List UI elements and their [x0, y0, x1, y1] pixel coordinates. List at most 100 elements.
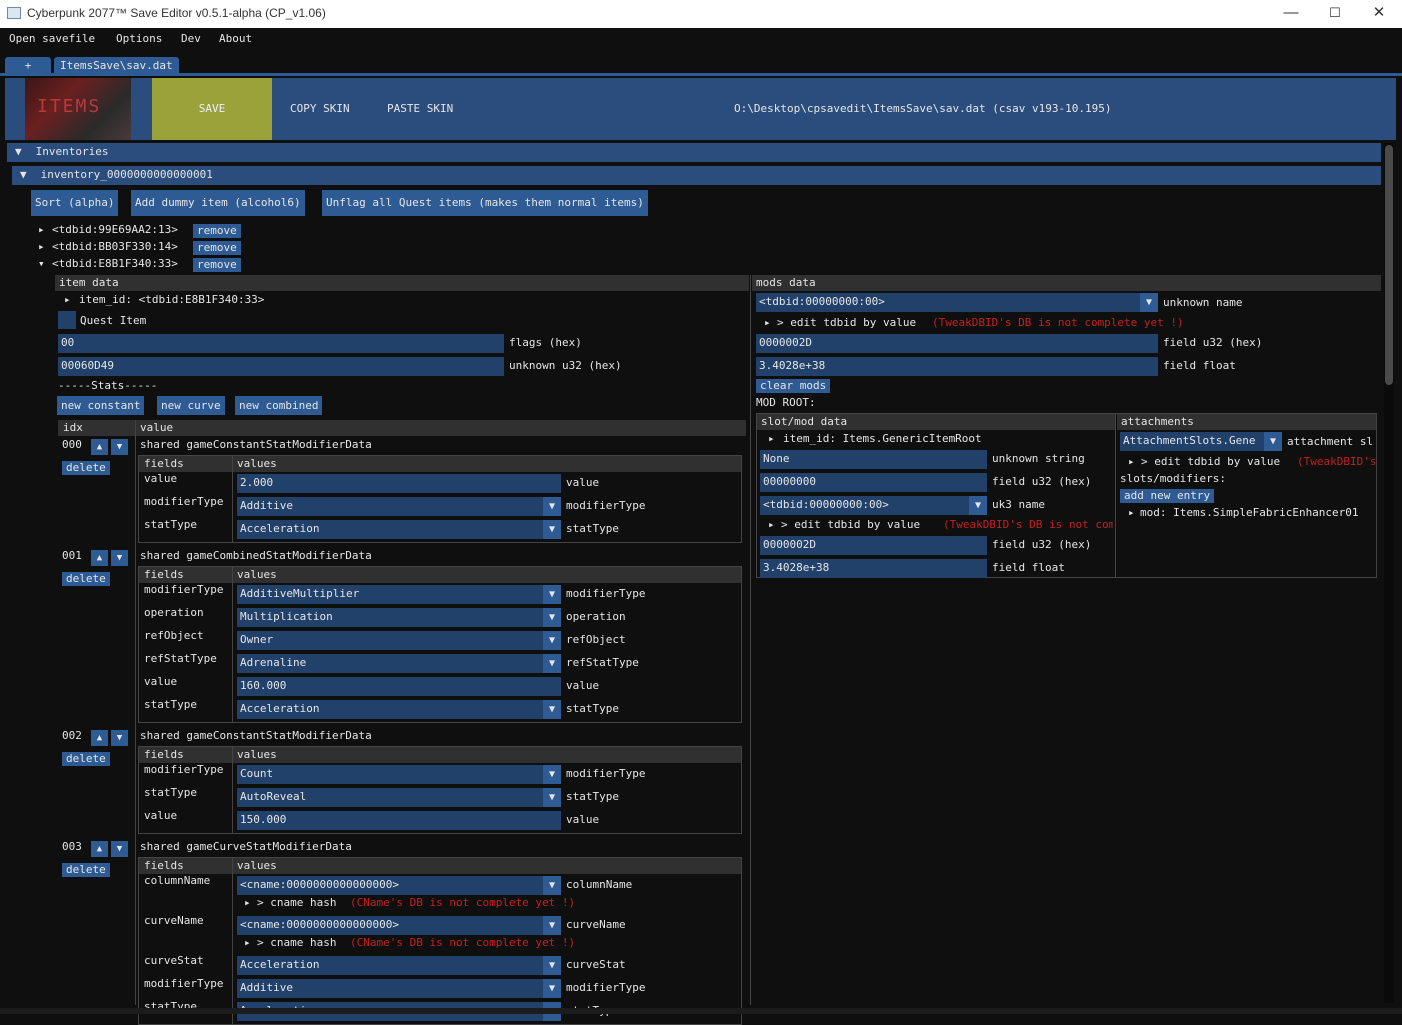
unflag-quest-items-button[interactable]: Unflag all Quest items (makes them norma…: [322, 190, 648, 216]
new-combined-button[interactable]: new combined: [235, 396, 323, 415]
stat-value-combo[interactable]: Adrenaline ▼: [237, 654, 561, 673]
chevron-down-icon[interactable]: ▼: [543, 916, 561, 935]
chevron-down-icon[interactable]: ▼: [543, 520, 561, 539]
chevron-down-icon[interactable]: ▼: [1140, 293, 1158, 312]
item-id-expand-icon[interactable]: ▸: [64, 293, 71, 306]
stat-value-combo[interactable]: Acceleration ▼: [237, 520, 561, 539]
cname-hash-label[interactable]: > cname hash: [257, 896, 336, 909]
remove-item-button[interactable]: remove: [193, 241, 241, 255]
stat-value-combo[interactable]: <cname:0000000000000000> ▼: [237, 916, 561, 935]
delete-stat-button[interactable]: delete: [62, 863, 110, 877]
flags-field[interactable]: 00: [58, 334, 504, 353]
chevron-down-icon[interactable]: ▼: [543, 956, 561, 975]
stat-value-combo[interactable]: Additive ▼: [237, 497, 561, 516]
remove-item-button[interactable]: remove: [193, 224, 241, 238]
mod-entry-expand-icon[interactable]: ▸: [1128, 506, 1135, 519]
item-collapse-arrow-icon[interactable]: ▾: [38, 257, 45, 270]
clear-mods-button[interactable]: clear mods: [756, 379, 831, 393]
inventory-header[interactable]: ▼ inventory_0000000000000001: [12, 166, 1381, 185]
remove-item-button[interactable]: remove: [193, 258, 241, 272]
stat-value-combo[interactable]: Owner ▼: [237, 631, 561, 650]
menu-open-savefile[interactable]: Open savefile: [9, 32, 95, 45]
item-id[interactable]: <tdbid:E8B1F340:33>: [52, 257, 178, 270]
add-new-entry-button[interactable]: add new entry: [1120, 489, 1215, 503]
move-down-icon[interactable]: ▼: [111, 550, 128, 566]
slot-item-id-expand-icon[interactable]: ▸: [768, 432, 775, 445]
stat-value-combo[interactable]: Acceleration ▼: [237, 956, 561, 975]
move-down-icon[interactable]: ▼: [111, 841, 128, 857]
stat-value-combo[interactable]: Additive ▼: [237, 979, 561, 998]
slot-edit-tdbid-label[interactable]: > edit tdbid by value: [781, 518, 920, 531]
chevron-down-icon[interactable]: ▼: [543, 700, 561, 719]
menu-about[interactable]: About: [219, 32, 252, 45]
delete-stat-button[interactable]: delete: [62, 461, 110, 475]
attachment-slot-combo[interactable]: AttachmentSlots.Gene ▼: [1120, 432, 1282, 451]
chevron-down-icon[interactable]: ▼: [1264, 432, 1282, 451]
edit-tdbid-label[interactable]: > edit tdbid by value: [777, 316, 916, 329]
stat-value-field[interactable]: 150.000: [237, 811, 561, 830]
menu-options[interactable]: Options: [116, 32, 162, 45]
sort-alpha-button[interactable]: Sort (alpha): [31, 190, 119, 216]
item-expand-arrow-icon[interactable]: ▸: [38, 240, 45, 253]
new-curve-button[interactable]: new curve: [157, 396, 225, 415]
chevron-down-icon[interactable]: ▼: [543, 765, 561, 784]
move-down-icon[interactable]: ▼: [111, 730, 128, 746]
menu-dev[interactable]: Dev: [181, 32, 201, 45]
item-id-label[interactable]: item_id: <tdbid:E8B1F340:33>: [79, 293, 264, 306]
save-button[interactable]: SAVE: [152, 78, 272, 140]
slot-unknown-string-field[interactable]: None: [760, 450, 987, 469]
move-down-icon[interactable]: ▼: [111, 439, 128, 455]
stat-value-combo[interactable]: <cname:0000000000000000> ▼: [237, 876, 561, 895]
stat-value-combo[interactable]: Multiplication ▼: [237, 608, 561, 627]
slot-hex-field[interactable]: 00000000: [760, 473, 987, 492]
mod-u32-field[interactable]: 0000002D: [756, 334, 1158, 353]
stat-value-combo[interactable]: AdditiveMultiplier ▼: [237, 585, 561, 604]
stat-value-field[interactable]: 2.000: [237, 474, 561, 493]
move-up-icon[interactable]: ▲: [91, 841, 108, 857]
scrollbar-thumb[interactable]: [1385, 145, 1393, 385]
stat-value-combo[interactable]: Count ▼: [237, 765, 561, 784]
chevron-down-icon[interactable]: ▼: [543, 979, 561, 998]
cname-hash-expand-icon[interactable]: ▸: [244, 936, 251, 949]
unknown-u32-field[interactable]: 00060D49: [58, 357, 504, 376]
slot-edit-expand-icon[interactable]: ▸: [768, 518, 775, 531]
chevron-down-icon[interactable]: ▼: [969, 496, 987, 515]
stat-value-field[interactable]: 160.000: [237, 677, 561, 696]
mod-float-field[interactable]: 3.4028e+38: [756, 357, 1158, 376]
cname-hash-expand-icon[interactable]: ▸: [244, 896, 251, 909]
chevron-down-icon[interactable]: ▼: [543, 876, 561, 895]
edit-tdbid-expand-icon[interactable]: ▸: [764, 316, 771, 329]
cname-hash-label[interactable]: > cname hash: [257, 936, 336, 949]
add-dummy-item-button[interactable]: Add dummy item (alcohol6): [131, 190, 305, 216]
delete-stat-button[interactable]: delete: [62, 572, 110, 586]
move-up-icon[interactable]: ▲: [91, 550, 108, 566]
slot-u32-field[interactable]: 0000002D: [760, 536, 987, 555]
copy-skin-button[interactable]: COPY SKIN: [290, 102, 350, 115]
slot-tdbid-combo[interactable]: <tdbid:00000000:00> ▼: [760, 496, 987, 515]
close-button[interactable]: ✕: [1356, 0, 1402, 28]
attach-edit-expand-icon[interactable]: ▸: [1128, 455, 1135, 468]
paste-skin-button[interactable]: PASTE SKIN: [387, 102, 453, 115]
stat-value-combo[interactable]: Acceleration ▼: [237, 700, 561, 719]
attach-edit-tdbid-label[interactable]: > edit tdbid by value: [1141, 455, 1280, 468]
minimize-button[interactable]: —: [1268, 0, 1314, 28]
chevron-down-icon[interactable]: ▼: [543, 497, 561, 516]
mod-entry[interactable]: mod: Items.SimpleFabricEnhancer01: [1140, 506, 1359, 519]
chevron-down-icon[interactable]: ▼: [543, 788, 561, 807]
item-expand-arrow-icon[interactable]: ▸: [38, 223, 45, 236]
stat-value-combo[interactable]: AutoReveal ▼: [237, 788, 561, 807]
item-id[interactable]: <tdbid:BB03F330:14>: [52, 240, 178, 253]
chevron-down-icon[interactable]: ▼: [543, 631, 561, 650]
new-constant-button[interactable]: new constant: [57, 396, 145, 415]
chevron-down-icon[interactable]: ▼: [543, 608, 561, 627]
move-up-icon[interactable]: ▲: [91, 730, 108, 746]
move-up-icon[interactable]: ▲: [91, 439, 108, 455]
mod-tdbid-combo[interactable]: <tdbid:00000000:00> ▼: [756, 293, 1158, 312]
slot-item-id[interactable]: item_id: Items.GenericItemRoot: [783, 432, 982, 445]
item-id[interactable]: <tdbid:99E69AA2:13>: [52, 223, 178, 236]
inventories-header[interactable]: ▼ Inventories: [7, 143, 1381, 162]
chevron-down-icon[interactable]: ▼: [543, 654, 561, 673]
maximize-button[interactable]: ☐: [1312, 0, 1358, 28]
chevron-down-icon[interactable]: ▼: [543, 585, 561, 604]
delete-stat-button[interactable]: delete: [62, 752, 110, 766]
